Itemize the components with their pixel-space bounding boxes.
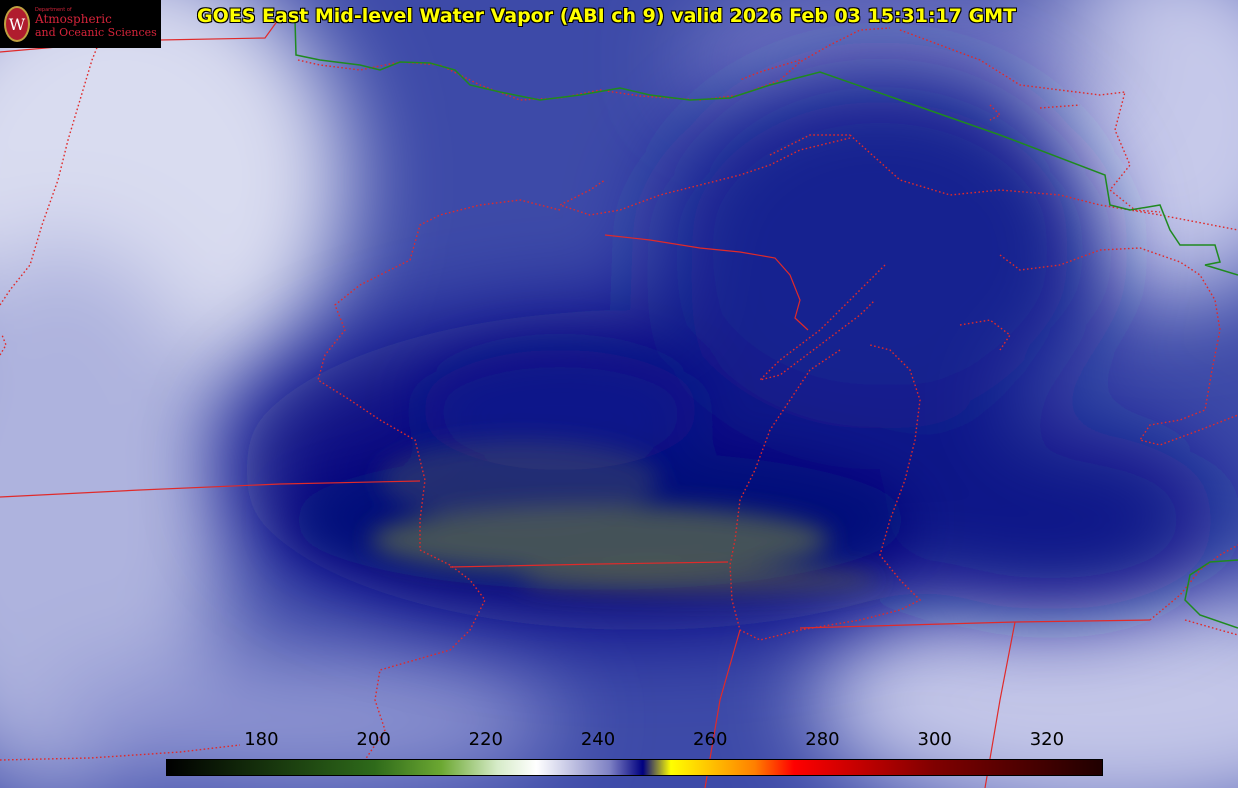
colorbar-tick-label: 200 — [356, 729, 391, 750]
colorbar-tick-label: 240 — [580, 729, 616, 750]
water-vapor-map: W Department of Atmospheric and Oceanic … — [0, 0, 1238, 788]
colorbar-tick-label: 180 — [244, 729, 279, 750]
uw-crest-icon: W — [4, 6, 30, 42]
logo-line-2: and Oceanic Sciences — [35, 26, 157, 39]
colorbar-tick-label: 280 — [805, 729, 840, 750]
image-title: GOES East Mid-level Water Vapor (ABI ch … — [197, 5, 1017, 27]
logo-line-1: Atmospheric — [35, 12, 112, 26]
colorbar-tick-label: 320 — [1029, 729, 1065, 750]
colorbar-tick-label: 220 — [468, 729, 503, 750]
colorbar-tick-label: 260 — [693, 729, 728, 750]
colorbar-tick-label: 300 — [917, 729, 952, 750]
colorbar — [166, 759, 1103, 776]
uw-aos-logo: W Department of Atmospheric and Oceanic … — [0, 0, 161, 48]
satellite-image — [0, 0, 1238, 788]
crest-letter: W — [9, 15, 26, 34]
